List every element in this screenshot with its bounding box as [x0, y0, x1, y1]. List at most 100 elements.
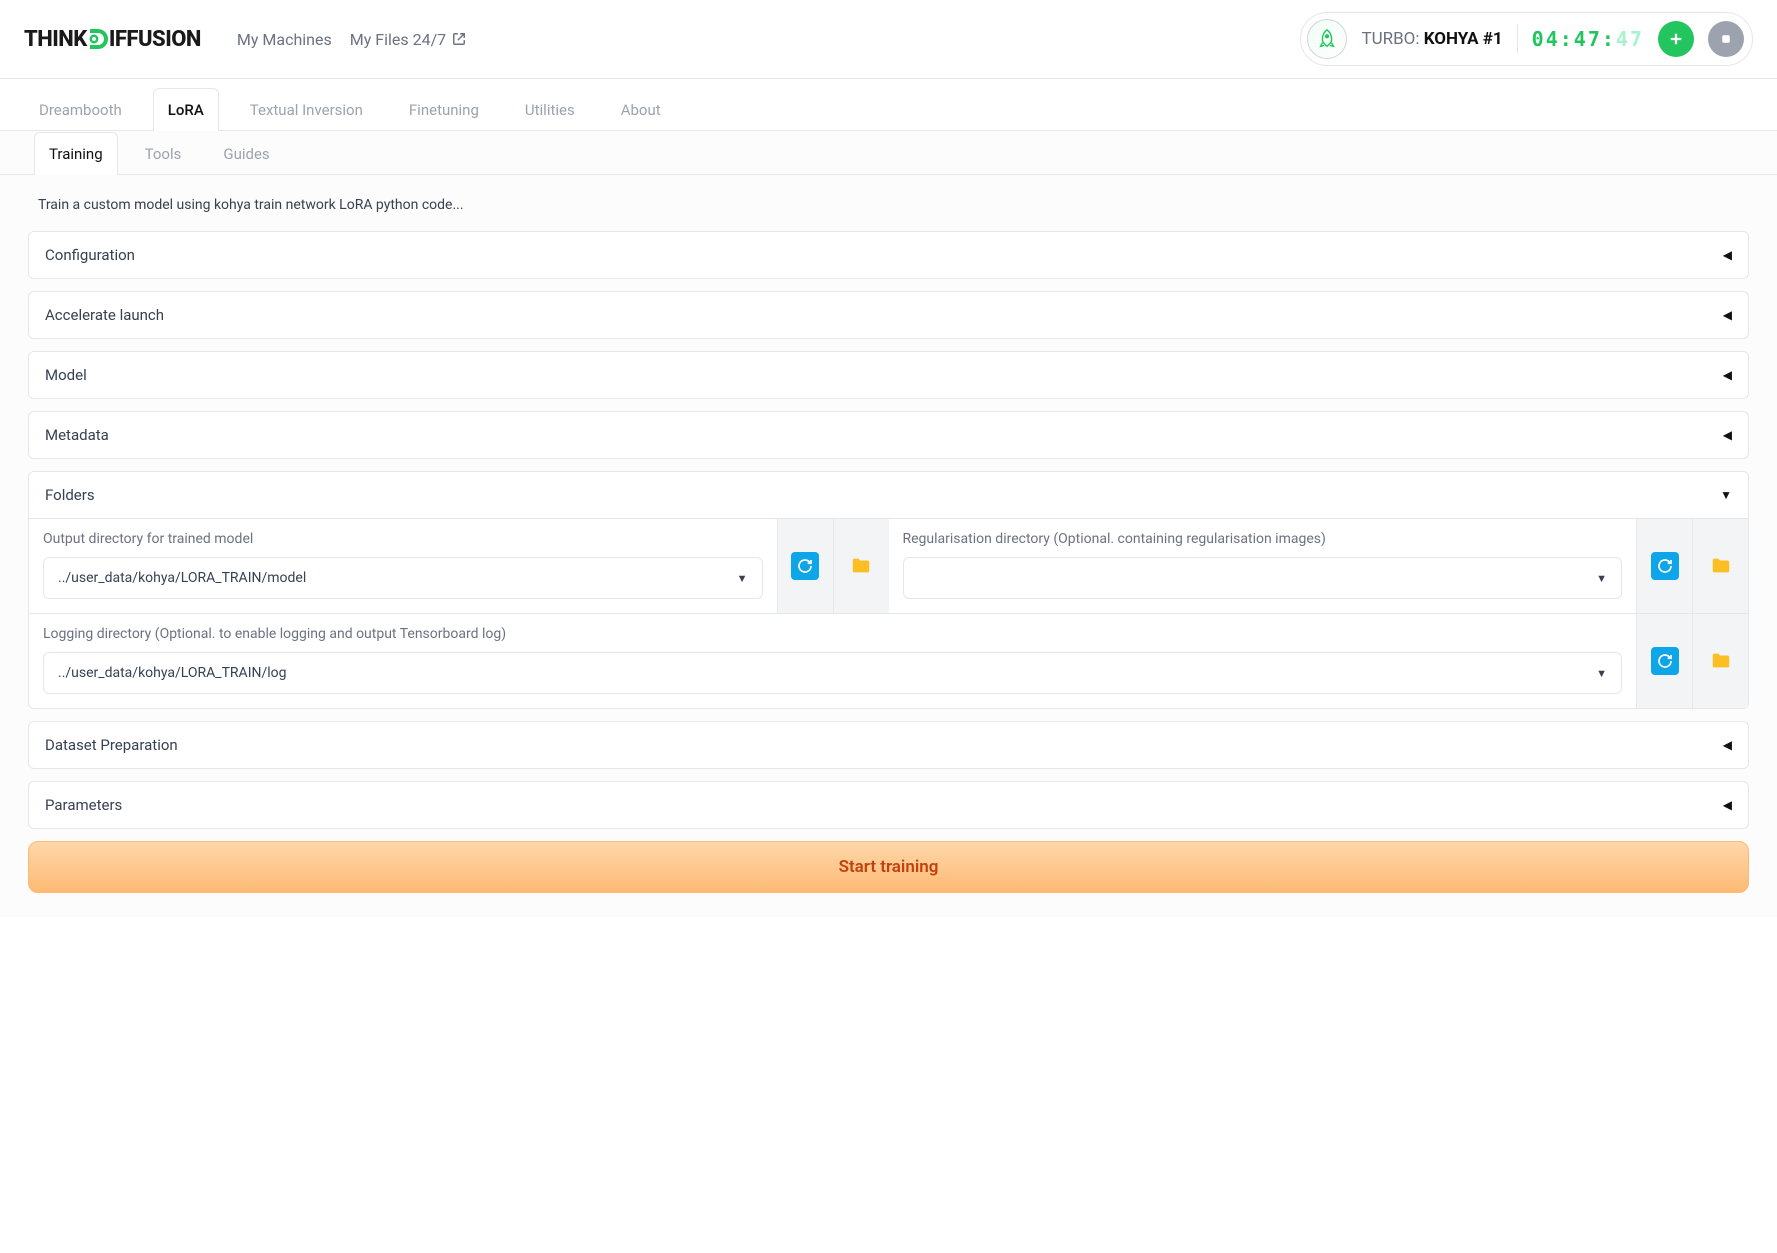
- machine-indicator: TURBO: KOHYA #1: [1361, 29, 1502, 49]
- refresh-button[interactable]: [1651, 647, 1679, 675]
- stop-icon: [1717, 30, 1735, 48]
- log-dir-value: ../user_data/kohya/LORA_TRAIN/log: [58, 665, 287, 681]
- panel-title-metadata: Metadata: [45, 426, 109, 444]
- nav-links: My Machines My Files 24/7: [237, 30, 466, 49]
- machine-prefix: TURBO:: [1361, 29, 1423, 49]
- machine-name: KOHYA #1: [1424, 29, 1503, 49]
- caret-left-icon: ◀: [1723, 308, 1732, 322]
- refresh-icon: [1657, 653, 1673, 669]
- nav-my-files[interactable]: My Files 24/7: [350, 30, 466, 49]
- caret-left-icon: ◀: [1723, 368, 1732, 382]
- panel-header-accelerate[interactable]: Accelerate launch ◀: [29, 292, 1748, 338]
- output-dir-value: ../user_data/kohya/LORA_TRAIN/model: [58, 570, 306, 586]
- folder-icon: [1710, 650, 1732, 672]
- output-refresh-cell: [777, 519, 833, 613]
- panel-dataset: Dataset Preparation ◀: [28, 721, 1749, 769]
- intro-text: Train a custom model using kohya train n…: [38, 197, 1739, 213]
- logo-iffusion: IFFUSION: [109, 27, 201, 52]
- subtab-tools[interactable]: Tools: [130, 132, 197, 175]
- tab-textual-inversion[interactable]: Textual Inversion: [235, 88, 378, 131]
- panel-header-model[interactable]: Model ◀: [29, 352, 1748, 398]
- output-folder-cell: [833, 519, 889, 613]
- caret-left-icon: ◀: [1723, 248, 1732, 262]
- reg-dir-label: Regularisation directory (Optional. cont…: [903, 531, 1623, 547]
- panel-metadata: Metadata ◀: [28, 411, 1749, 459]
- timer: 04:47:47: [1532, 27, 1644, 51]
- reg-refresh-cell: [1636, 519, 1692, 613]
- panel-header-parameters[interactable]: Parameters ◀: [29, 782, 1748, 828]
- start-training-label: Start training: [839, 857, 939, 877]
- add-button[interactable]: [1658, 21, 1694, 57]
- open-folder-button[interactable]: [1707, 647, 1735, 675]
- panel-parameters: Parameters ◀: [28, 781, 1749, 829]
- tab-about[interactable]: About: [606, 88, 676, 131]
- header-right: TURBO: KOHYA #1 04:47:47: [1300, 12, 1753, 66]
- folder-icon: [850, 555, 872, 577]
- output-dir-cell: Output directory for trained model ../us…: [29, 519, 777, 613]
- refresh-button[interactable]: [1651, 552, 1679, 580]
- divider: [1517, 24, 1518, 54]
- rocket-icon: [1307, 19, 1347, 59]
- tab-lora[interactable]: LoRA: [153, 88, 219, 131]
- folder-row-1: Output directory for trained model ../us…: [29, 519, 1748, 614]
- panel-body-folders: Output directory for trained model ../us…: [29, 518, 1748, 708]
- subtab-training[interactable]: Training: [34, 132, 118, 175]
- header: THINK IFFUSION My Machines My Files 24/7…: [0, 0, 1777, 79]
- tabs-secondary: Training Tools Guides: [0, 131, 1777, 175]
- chevron-down-icon: ▼: [1596, 667, 1607, 680]
- reg-dir-dropdown[interactable]: ▼: [903, 557, 1623, 599]
- panel-title-folders: Folders: [45, 486, 95, 504]
- panel-header-dataset[interactable]: Dataset Preparation ◀: [29, 722, 1748, 768]
- reg-dir-cell: Regularisation directory (Optional. cont…: [889, 519, 1637, 613]
- nav-my-files-label: My Files 24/7: [350, 30, 446, 49]
- tabs-primary: Dreambooth LoRA Textual Inversion Finetu…: [0, 87, 1777, 131]
- caret-left-icon: ◀: [1723, 738, 1732, 752]
- caret-left-icon: ◀: [1723, 428, 1732, 442]
- logo-think: THINK: [24, 27, 87, 52]
- log-refresh-cell: [1636, 614, 1692, 708]
- timer-main: 04:47:: [1532, 27, 1616, 51]
- panel-folders: Folders ▼ Output directory for trained m…: [28, 471, 1749, 709]
- caret-down-icon: ▼: [1720, 488, 1732, 502]
- output-dir-label: Output directory for trained model: [43, 531, 763, 547]
- panel-accelerate: Accelerate launch ◀: [28, 291, 1749, 339]
- log-folder-cell: [1692, 614, 1748, 708]
- panel-model: Model ◀: [28, 351, 1749, 399]
- panel-title-dataset: Dataset Preparation: [45, 736, 178, 754]
- panel-header-configuration[interactable]: Configuration ◀: [29, 232, 1748, 278]
- external-link-icon: [452, 32, 466, 46]
- panel-title-parameters: Parameters: [45, 796, 122, 814]
- log-dir-label: Logging directory (Optional. to enable l…: [43, 626, 1622, 642]
- panel-header-metadata[interactable]: Metadata ◀: [29, 412, 1748, 458]
- stop-button[interactable]: [1708, 21, 1744, 57]
- tab-utilities[interactable]: Utilities: [510, 88, 590, 131]
- caret-left-icon: ◀: [1723, 798, 1732, 812]
- open-folder-button[interactable]: [1707, 552, 1735, 580]
- timer-seconds: 47: [1616, 27, 1644, 51]
- chevron-down-icon: ▼: [737, 572, 748, 585]
- logo[interactable]: THINK IFFUSION: [24, 26, 201, 52]
- tab-finetuning[interactable]: Finetuning: [394, 88, 494, 131]
- start-training-button[interactable]: Start training: [28, 841, 1749, 893]
- tab-dreambooth[interactable]: Dreambooth: [24, 88, 137, 131]
- panel-title-model: Model: [45, 366, 87, 384]
- logo-d-icon: [85, 26, 111, 52]
- nav-my-machines[interactable]: My Machines: [237, 30, 332, 49]
- panel-title-configuration: Configuration: [45, 246, 135, 264]
- refresh-icon: [797, 558, 813, 574]
- plus-icon: [1667, 30, 1685, 48]
- panel-configuration: Configuration ◀: [28, 231, 1749, 279]
- open-folder-button[interactable]: [847, 552, 875, 580]
- panel-header-folders[interactable]: Folders ▼: [29, 472, 1748, 518]
- refresh-icon: [1657, 558, 1673, 574]
- subtab-guides[interactable]: Guides: [208, 132, 284, 175]
- reg-folder-cell: [1692, 519, 1748, 613]
- chevron-down-icon: ▼: [1596, 572, 1607, 585]
- panel-title-accelerate: Accelerate launch: [45, 306, 164, 324]
- refresh-button[interactable]: [791, 552, 819, 580]
- folder-row-2: Logging directory (Optional. to enable l…: [29, 614, 1748, 708]
- log-dir-dropdown[interactable]: ../user_data/kohya/LORA_TRAIN/log ▼: [43, 652, 1622, 694]
- log-dir-cell: Logging directory (Optional. to enable l…: [29, 614, 1636, 708]
- output-dir-dropdown[interactable]: ../user_data/kohya/LORA_TRAIN/model ▼: [43, 557, 763, 599]
- folder-icon: [1710, 555, 1732, 577]
